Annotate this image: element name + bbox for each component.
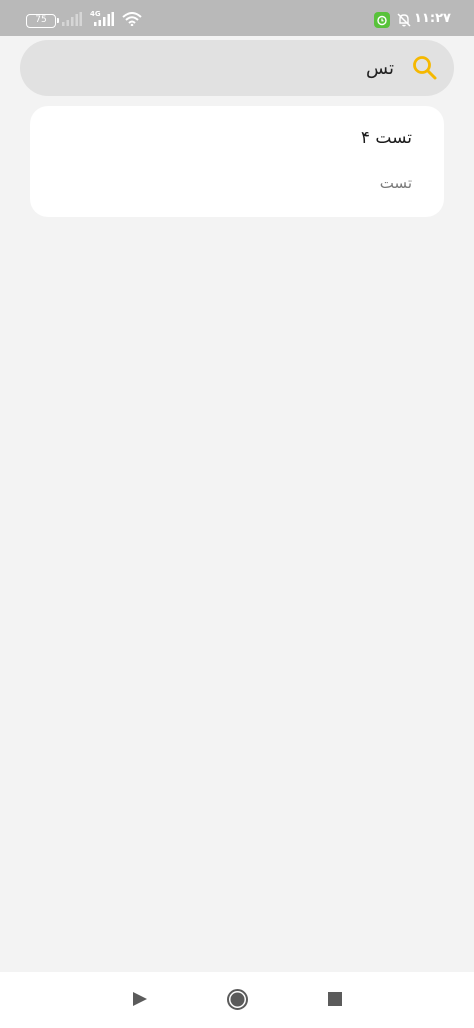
wifi-icon <box>122 12 142 26</box>
signal-icon <box>62 12 82 26</box>
bell-off-icon <box>397 13 411 27</box>
search-input[interactable] <box>60 40 394 96</box>
battery-indicator: 75 <box>26 14 59 28</box>
signal-icon <box>94 12 114 26</box>
result-subtitle: تست <box>379 174 412 192</box>
recents-square-icon[interactable] <box>328 992 342 1006</box>
result-card[interactable]: تست ۴ تست <box>30 106 444 217</box>
back-triangle-icon[interactable] <box>132 991 148 1007</box>
result-title: تست ۴ <box>360 128 412 148</box>
screen: 75 4G ۱۱:۲۷ تس تست ۴ تست <box>0 0 474 1028</box>
home-circle-icon[interactable] <box>226 988 249 1011</box>
alarm-icon <box>374 12 390 28</box>
search-icon[interactable] <box>412 55 438 81</box>
status-bar: 75 4G ۱۱:۲۷ <box>0 0 474 36</box>
status-clock: ۱۱:۲۷ <box>414 11 451 26</box>
